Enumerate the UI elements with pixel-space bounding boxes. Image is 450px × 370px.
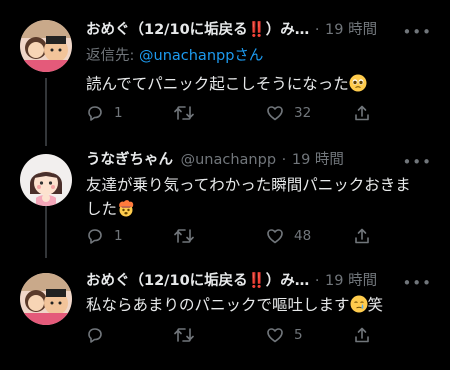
like-count: 48 bbox=[294, 228, 312, 244]
more-options-icon[interactable]: ••• bbox=[402, 275, 432, 291]
retweet-action[interactable] bbox=[174, 226, 204, 246]
reply-action[interactable] bbox=[86, 325, 114, 345]
tweet-header: うなぎちゃん @unachanpp · 19 時間 bbox=[86, 150, 450, 170]
share-action[interactable] bbox=[353, 226, 371, 246]
retweet-action[interactable] bbox=[174, 325, 204, 345]
timestamp[interactable]: 19 時間 bbox=[325, 273, 377, 289]
more-options-icon[interactable]: ••• bbox=[402, 24, 432, 40]
avatar[interactable] bbox=[20, 154, 72, 206]
tweet-text: 読んでてパニック起こしそうになった bbox=[86, 72, 426, 96]
share-icon bbox=[355, 327, 369, 343]
share-icon bbox=[355, 228, 369, 244]
reply-count: 1 bbox=[114, 228, 123, 244]
heart-icon bbox=[267, 328, 283, 343]
tweet-actions: 1 32 bbox=[86, 103, 426, 123]
reply-icon bbox=[88, 106, 102, 121]
reply-icon bbox=[88, 328, 102, 343]
tweet[interactable]: おめぐ（12/10に垢戻る‼️）み… · 19 時間 ••• 私ならあまりのパニ… bbox=[0, 265, 450, 370]
timestamp[interactable]: 19 時間 bbox=[292, 152, 344, 168]
share-action[interactable] bbox=[353, 103, 371, 123]
separator-dot: · bbox=[281, 152, 287, 168]
tweet[interactable]: うなぎちゃん @unachanpp · 19 時間 ••• 友達が乗り気ってわか… bbox=[0, 140, 450, 265]
tweet-text-content: 私ならあまりのパニックで嘔吐します bbox=[86, 296, 350, 314]
share-action[interactable] bbox=[353, 325, 371, 345]
reply-action[interactable]: 1 bbox=[86, 103, 123, 123]
like-action[interactable]: 48 bbox=[266, 226, 311, 246]
retweet-icon bbox=[174, 229, 194, 243]
retweet-action[interactable] bbox=[174, 103, 204, 123]
reply-context: 返信先: @unachanppさん bbox=[86, 44, 263, 65]
like-action[interactable]: 5 bbox=[266, 325, 303, 345]
heart-icon bbox=[267, 229, 283, 244]
timestamp[interactable]: 19 時間 bbox=[325, 22, 377, 38]
avatar[interactable] bbox=[20, 20, 72, 72]
tweet-actions: 5 bbox=[86, 325, 426, 345]
reply-icon bbox=[88, 229, 102, 244]
tweet-text-content: 読んでてパニック起こしそうになった bbox=[86, 75, 349, 93]
exploding-head-icon bbox=[119, 200, 134, 217]
retweet-icon bbox=[174, 328, 194, 342]
separator-dot: · bbox=[314, 273, 320, 289]
retweet-icon bbox=[174, 106, 194, 120]
display-name[interactable]: おめぐ（12/10に垢戻る‼️）み… bbox=[86, 22, 309, 38]
tweet-header: おめぐ（12/10に垢戻る‼️）み… · 19 時間 bbox=[86, 20, 450, 40]
user-handle[interactable]: @unachanpp bbox=[181, 152, 276, 168]
separator-dot: · bbox=[314, 22, 320, 38]
pleading-face-icon bbox=[349, 74, 367, 92]
reply-action[interactable]: 1 bbox=[86, 226, 123, 246]
tweet[interactable]: おめぐ（12/10に垢戻る‼️）み… · 19 時間 ••• 返信先: @una… bbox=[0, 0, 450, 140]
tweet-text: 友達が乗り気ってわかった瞬間パニックおきました bbox=[86, 173, 426, 221]
display-name[interactable]: おめぐ（12/10に垢戻る‼️）み… bbox=[86, 273, 309, 289]
avatar[interactable] bbox=[20, 273, 72, 325]
reply-prefix: 返信先: bbox=[86, 48, 139, 64]
more-options-icon[interactable]: ••• bbox=[402, 154, 432, 170]
display-name[interactable]: うなぎちゃん bbox=[86, 152, 173, 168]
tweet-actions: 1 48 bbox=[86, 226, 426, 246]
tweet-header: おめぐ（12/10に垢戻る‼️）み… · 19 時間 bbox=[86, 271, 450, 291]
like-count: 32 bbox=[294, 105, 312, 121]
share-icon bbox=[355, 105, 369, 121]
tweet-text-suffix: 笑 bbox=[367, 296, 384, 314]
reply-suffix: さん bbox=[234, 48, 264, 64]
crying-face-icon bbox=[350, 295, 368, 313]
like-count: 5 bbox=[294, 327, 303, 343]
tweet-text: 私ならあまりのパニックで嘔吐します笑 bbox=[86, 293, 426, 317]
reply-mention-link[interactable]: @unachanpp bbox=[139, 48, 234, 64]
like-action[interactable]: 32 bbox=[266, 103, 311, 123]
heart-icon bbox=[267, 106, 283, 121]
reply-count: 1 bbox=[114, 105, 123, 121]
